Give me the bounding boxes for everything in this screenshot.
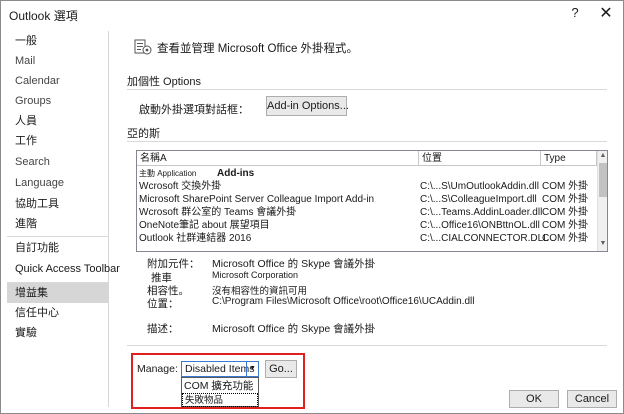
column-header-name[interactable]: 名稱A bbox=[137, 151, 419, 166]
detail-description-label: 描述： bbox=[147, 323, 179, 335]
sidebar-item-advanced[interactable]: 進階 bbox=[7, 214, 108, 234]
options-sidebar: 一般 Mail Calendar Groups 人員 工作 Search Lan… bbox=[7, 31, 120, 407]
cancel-button[interactable]: Cancel bbox=[567, 390, 617, 408]
addins-section-title: 亞的斯 bbox=[127, 128, 160, 140]
sidebar-item-search[interactable]: Search bbox=[7, 152, 108, 172]
addin-location: C:\...CIALCONNECTOR.DLL bbox=[420, 233, 549, 244]
addin-location: C:\...Office16\ONBttnOL.dll bbox=[420, 220, 540, 231]
sidebar-item-mail[interactable]: Mail bbox=[7, 51, 108, 71]
chevron-down-icon[interactable]: ▼ bbox=[246, 362, 258, 376]
addin-name: OneNote筆記 about 展望項目 bbox=[139, 220, 270, 231]
addin-name: Wcrosoft 群公室的 Teams 會議外掛 bbox=[139, 207, 297, 218]
page-header: 查看並管理 Microsoft Office 外掛程式。 bbox=[157, 43, 359, 55]
scroll-up-icon[interactable]: ▲ bbox=[598, 152, 607, 159]
manage-dropdown[interactable]: Disabled Items ▼ bbox=[181, 361, 259, 377]
sidebar-item-trust-center[interactable]: 信任中心 bbox=[7, 303, 108, 323]
list-group-header: 主動 Application Add-ins bbox=[137, 167, 599, 180]
group-title: Add-ins bbox=[217, 168, 255, 179]
addins-icon bbox=[133, 37, 153, 57]
sidebar-item-tasks[interactable]: 工作 bbox=[7, 131, 108, 151]
table-row[interactable]: Wcrosoft 群公室的 Teams 會議外掛 C:\...Teams.Add… bbox=[137, 206, 599, 219]
detail-publisher-value: Microsoft Corporation bbox=[212, 270, 299, 280]
detail-description-value: Microsoft Office 的 Skype 會議外掛 bbox=[212, 323, 376, 335]
list-scrollbar[interactable]: ▲ ▼ bbox=[597, 151, 607, 251]
title-bar: Outlook 選項 ? ✕ bbox=[1, 1, 623, 27]
go-button[interactable]: Go... bbox=[265, 360, 297, 378]
section-divider bbox=[127, 89, 607, 90]
options-section-title: 加個性 Options bbox=[127, 76, 201, 88]
sidebar-item-customize-ribbon[interactable]: 自訂功能 bbox=[7, 238, 108, 258]
addin-name: Microsoft SharePoint Server Colleague Im… bbox=[139, 194, 375, 205]
group-title-prefix: 主動 Application bbox=[139, 169, 197, 178]
addin-type: COM 外掛 bbox=[542, 220, 589, 231]
addin-type: COM 外掛 bbox=[542, 194, 589, 205]
sidebar-item-accessibility[interactable]: 協助工具 bbox=[7, 194, 108, 214]
sidebar-item-experiments[interactable]: 實驗 bbox=[7, 323, 108, 343]
help-icon[interactable]: ? bbox=[568, 5, 582, 20]
sidebar-item-addins[interactable]: 增益集 bbox=[7, 283, 108, 303]
ok-button[interactable]: OK bbox=[509, 390, 559, 408]
close-icon[interactable]: ✕ bbox=[598, 3, 614, 23]
sidebar-item-general[interactable]: 一般 bbox=[7, 31, 108, 51]
dropdown-option-disabled[interactable]: 失敗物品 bbox=[182, 393, 258, 407]
manage-label: Manage: bbox=[137, 363, 178, 375]
addin-location: C:\...Teams.AddinLoader.dll bbox=[420, 207, 543, 218]
addin-name: Wcrosoft 交換外掛 bbox=[139, 181, 222, 192]
addin-type: COM 外掛 bbox=[542, 207, 589, 218]
sidebar-item-calendar[interactable]: Calendar bbox=[7, 71, 108, 91]
section-divider bbox=[127, 141, 607, 142]
table-row[interactable]: Outlook 社群連結器 2016 C:\...CIALCONNECTOR.D… bbox=[137, 232, 599, 245]
detail-location-label: 位置： bbox=[147, 298, 179, 310]
manage-selected-value: Disabled Items bbox=[185, 363, 255, 375]
scroll-thumb[interactable] bbox=[599, 163, 607, 197]
addin-options-button[interactable]: Add-in Options... bbox=[266, 96, 349, 116]
scroll-down-icon[interactable]: ▼ bbox=[598, 240, 607, 247]
detail-addin-label: 附加元件： bbox=[147, 258, 200, 270]
detail-compat-value: 沒有相容性的資訊可用 bbox=[212, 286, 308, 297]
addin-location: C:\...S\ColleagueImport.dll bbox=[420, 194, 537, 205]
window-title: Outlook 選項 bbox=[9, 9, 78, 23]
column-header-location[interactable]: 位置 bbox=[419, 151, 541, 166]
dropdown-option-com[interactable]: COM 擴充功能 bbox=[182, 379, 258, 393]
addin-location: C:\...S\UmOutlookAddin.dll bbox=[420, 181, 539, 192]
table-row[interactable]: Microsoft SharePoint Server Colleague Im… bbox=[137, 193, 599, 206]
column-header-type[interactable]: Type bbox=[541, 151, 597, 166]
sidebar-divider bbox=[7, 236, 108, 237]
launch-options-label: 啟動外掛選項對話框： bbox=[139, 104, 249, 116]
outlook-options-window: Outlook 選項 ? ✕ 一般 Mail Calendar Groups 人… bbox=[0, 0, 624, 414]
table-row[interactable]: OneNote筆記 about 展望項目 C:\...Office16\ONBt… bbox=[137, 219, 599, 232]
sidebar-item-groups[interactable]: Groups bbox=[7, 91, 108, 111]
table-row[interactable]: Wcrosoft 交換外掛 C:\...S\UmOutlookAddin.dll… bbox=[137, 180, 599, 193]
sidebar-item-quick-access-toolbar[interactable]: Quick Access Toolbar bbox=[7, 259, 120, 279]
detail-addin-value: Microsoft Office 的 Skype 會議外掛 bbox=[212, 258, 376, 270]
detail-location-value: C:\Program Files\Microsoft Office\root\O… bbox=[212, 296, 475, 307]
sidebar-item-people[interactable]: 人員 bbox=[7, 111, 108, 131]
addin-name: Outlook 社群連結器 2016 bbox=[139, 233, 252, 244]
addin-type: COM 外掛 bbox=[542, 233, 589, 244]
addins-list[interactable]: 名稱A 位置 Type 主動 Application Add-ins Wcros… bbox=[136, 150, 608, 252]
manage-dropdown-list: COM 擴充功能 失敗物品 bbox=[181, 377, 259, 407]
sidebar-item-language[interactable]: Language bbox=[7, 173, 108, 193]
section-divider bbox=[127, 345, 607, 346]
addin-type: COM 外掛 bbox=[542, 181, 589, 192]
